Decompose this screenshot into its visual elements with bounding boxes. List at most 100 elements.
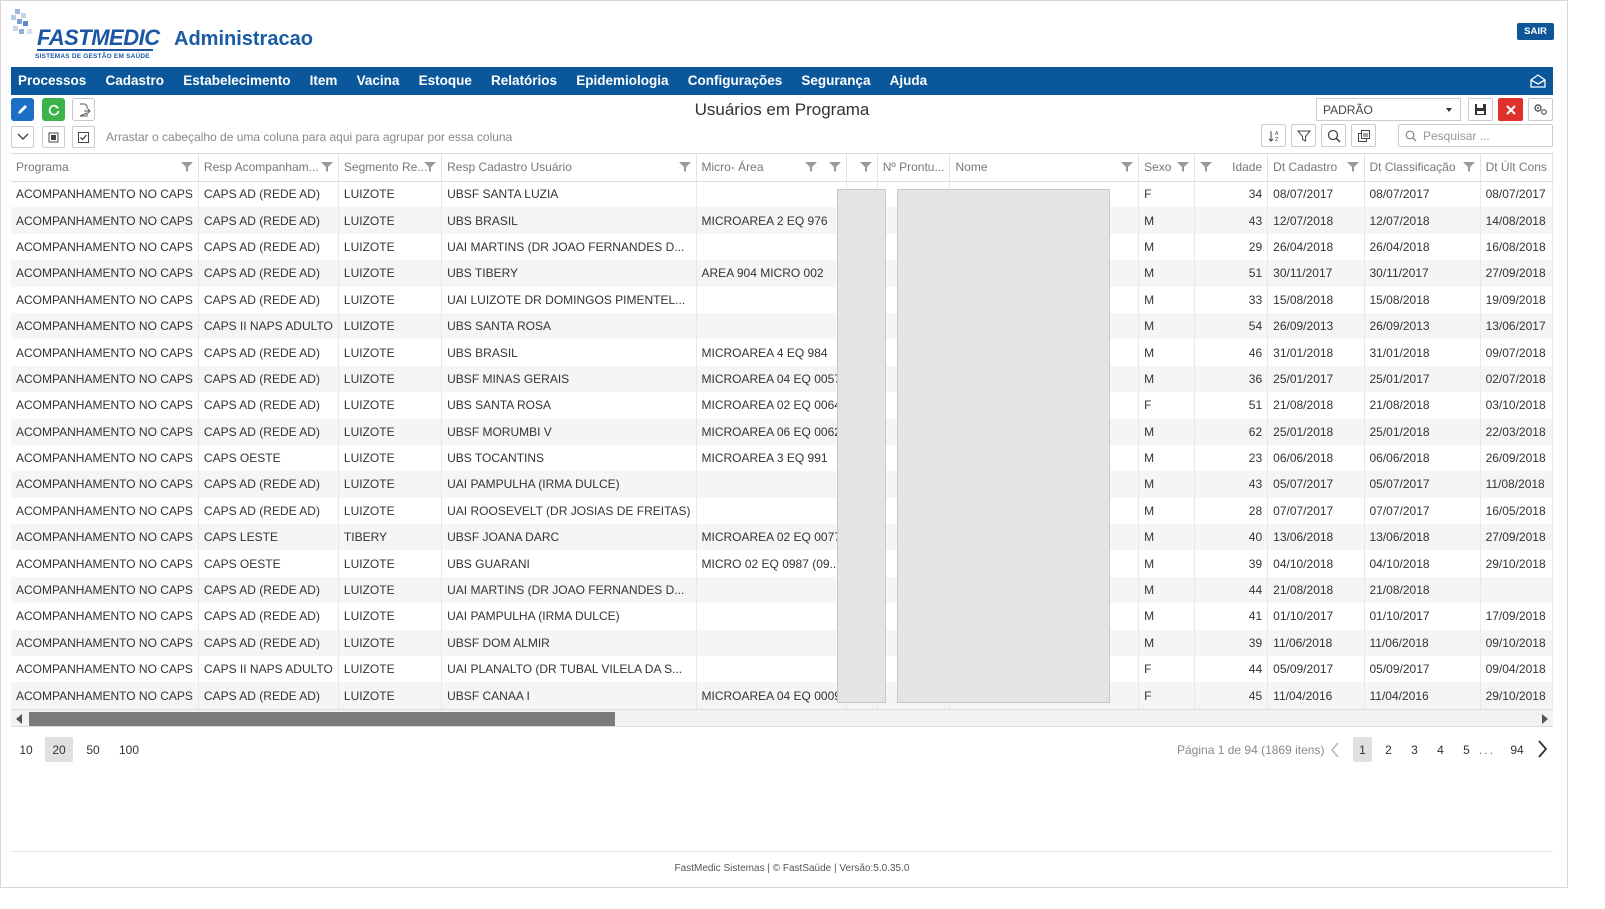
chevron-right-icon[interactable] xyxy=(1535,739,1549,759)
table-row[interactable]: ACOMPANHAMENTO NO CAPS CAPS AD (REDE AD) L… xyxy=(11,682,1553,709)
filter-icon[interactable] xyxy=(1176,161,1189,173)
table-row[interactable]: ACOMPANHAMENTO NO CAPS CAPS AD (REDE AD) L… xyxy=(11,365,1553,393)
collapse-button[interactable] xyxy=(11,126,34,148)
cell-resp-acompanhamento: CAPS AD (REDE AD) xyxy=(198,181,339,208)
page-size-20[interactable]: 20 xyxy=(45,737,73,762)
filter-icon[interactable] xyxy=(1346,161,1359,173)
filter-icon[interactable] xyxy=(805,161,817,173)
column-header-label: Segmento Re... xyxy=(343,160,428,175)
column-chooser-button[interactable] xyxy=(1351,124,1376,147)
menu-item-vacina[interactable]: Vacina xyxy=(347,67,409,95)
refresh-button[interactable] xyxy=(42,98,65,121)
page-button-last[interactable]: 94 xyxy=(1506,737,1528,762)
cell-idade: 44 xyxy=(1194,576,1269,604)
page-size-10[interactable]: 10 xyxy=(13,737,39,762)
cell-dt-classificacao: 25/01/2017 xyxy=(1364,365,1481,393)
table-row[interactable]: ACOMPANHAMENTO NO CAPS CAPS AD (REDE AD) L… xyxy=(11,418,1553,445)
table-row[interactable]: ACOMPANHAMENTO NO CAPS CAPS AD (REDE AD) L… xyxy=(11,260,1553,287)
table-row[interactable]: ACOMPANHAMENTO NO CAPS CAPS AD (REDE AD) L… xyxy=(11,629,1553,657)
table-row[interactable]: ACOMPANHAMENTO NO CAPS CAPS AD (REDE AD) L… xyxy=(11,233,1553,261)
table-row[interactable]: ACOMPANHAMENTO NO CAPS CAPS LESTE TIBERY UB… xyxy=(11,524,1553,551)
scrollbar-thumb[interactable] xyxy=(29,712,615,726)
menu-item-configuracoes[interactable]: Configurações xyxy=(678,67,792,95)
edit-button[interactable] xyxy=(11,98,34,121)
filter-button[interactable] xyxy=(1291,124,1316,147)
scroll-left-arrow-icon[interactable] xyxy=(16,714,22,724)
save-layout-button[interactable] xyxy=(1468,98,1493,121)
column-header-segmento[interactable]: Segmento Re... xyxy=(338,154,443,182)
page-size-100[interactable]: 100 xyxy=(113,737,145,762)
column-header-idade[interactable]: Idade xyxy=(1194,154,1269,182)
filter-icon[interactable] xyxy=(859,161,872,173)
filter-icon[interactable] xyxy=(828,161,841,173)
cell-dt-classificacao: 30/11/2017 xyxy=(1364,260,1481,287)
table-row[interactable]: ACOMPANHAMENTO NO CAPS CAPS AD (REDE AD) L… xyxy=(11,207,1553,234)
export-button[interactable] xyxy=(72,98,95,121)
menu-item-estabelecimento[interactable]: Estabelecimento xyxy=(174,67,300,95)
caret-down-icon xyxy=(1446,108,1452,112)
table-row[interactable]: ACOMPANHAMENTO NO CAPS CAPS II NAPS ADULT… xyxy=(11,656,1553,683)
menu-item-cadastro[interactable]: Cadastro xyxy=(96,67,174,95)
column-header-resp-acompanhamento[interactable]: Resp Acompanham... xyxy=(198,154,339,182)
table-row[interactable]: ACOMPANHAMENTO NO CAPS CAPS II NAPS ADULT… xyxy=(11,312,1553,340)
cell-resp-cadastro: UAI MARTINS (DR JOAO FERNANDES D... xyxy=(441,576,697,604)
filter-icon[interactable] xyxy=(1199,161,1212,173)
search-input[interactable]: Pesquisar ... xyxy=(1398,124,1553,147)
fastmedic-logo: FASTMEDIC SISTEMAS DE GESTÃO EM SAÚDE xyxy=(11,9,160,63)
filter-icon[interactable] xyxy=(1462,161,1475,173)
column-header-dt-classificacao[interactable]: Dt Classificação xyxy=(1364,154,1481,182)
column-header-nome[interactable]: Nome xyxy=(949,154,1140,182)
horizontal-scrollbar[interactable] xyxy=(11,709,1553,727)
menu-item-estoque[interactable]: Estoque xyxy=(409,67,481,95)
column-header-dt-cadastro[interactable]: Dt Cadastro xyxy=(1267,154,1365,182)
select-columns-button[interactable] xyxy=(42,126,65,148)
table-row[interactable]: ACOMPANHAMENTO NO CAPS CAPS OESTE LUIZOTE U… xyxy=(11,550,1553,577)
table-row[interactable]: ACOMPANHAMENTO NO CAPS CAPS AD (REDE AD) L… xyxy=(11,576,1553,604)
menu-item-seguranca[interactable]: Segurança xyxy=(792,67,880,95)
select-all-button[interactable] xyxy=(72,126,95,148)
menu-item-ajuda[interactable]: Ajuda xyxy=(880,67,937,95)
scroll-right-arrow-icon[interactable] xyxy=(1542,714,1548,724)
filter-icon xyxy=(1296,130,1311,142)
logout-button[interactable]: SAIR xyxy=(1517,23,1554,40)
table-row[interactable]: ACOMPANHAMENTO NO CAPS CAPS AD (REDE AD) L… xyxy=(11,286,1553,313)
table-row[interactable]: ACOMPANHAMENTO NO CAPS CAPS AD (REDE AD) L… xyxy=(11,181,1553,208)
layout-select[interactable]: PADRÃO xyxy=(1316,98,1461,121)
cell-dt-classificacao: 05/09/2017 xyxy=(1364,656,1481,683)
table-row[interactable]: ACOMPANHAMENTO NO CAPS CAPS AD (REDE AD) L… xyxy=(11,497,1553,525)
chevron-left-icon[interactable] xyxy=(1329,741,1341,759)
column-header-sexo[interactable]: Sexo xyxy=(1138,154,1195,182)
table-row[interactable]: ACOMPANHAMENTO NO CAPS CAPS AD (REDE AD) L… xyxy=(11,603,1553,630)
filter-icon[interactable] xyxy=(320,161,333,173)
page-size-50[interactable]: 50 xyxy=(79,737,107,762)
table-row[interactable]: ACOMPANHAMENTO NO CAPS CAPS AD (REDE AD) L… xyxy=(11,392,1553,419)
page-button-3[interactable]: 3 xyxy=(1405,737,1424,762)
filter-icon[interactable] xyxy=(180,161,193,173)
table-row[interactable]: ACOMPANHAMENTO NO CAPS CAPS OESTE LUIZOTE U… xyxy=(11,444,1553,472)
close-button[interactable] xyxy=(1498,98,1523,121)
page-button-2[interactable]: 2 xyxy=(1379,737,1398,762)
cell-dt-cadastro: 01/10/2017 xyxy=(1267,603,1365,630)
page-button-1[interactable]: 1 xyxy=(1353,737,1372,762)
column-header-resp-cadastro[interactable]: Resp Cadastro Usuário xyxy=(441,154,697,182)
column-header-prontuario[interactable]: Nº Prontu... xyxy=(877,154,951,182)
column-header-micro-area[interactable]: Micro- Área xyxy=(696,154,847,182)
filter-icon[interactable] xyxy=(678,161,691,173)
table-row[interactable]: ACOMPANHAMENTO NO CAPS CAPS AD (REDE AD) L… xyxy=(11,471,1553,498)
envelope-icon[interactable] xyxy=(1529,72,1547,90)
search-button[interactable] xyxy=(1321,124,1346,147)
menu-item-item[interactable]: Item xyxy=(300,67,347,95)
table-row[interactable]: ACOMPANHAMENTO NO CAPS CAPS AD (REDE AD) L… xyxy=(11,339,1553,366)
column-header-programa[interactable]: Programa xyxy=(11,154,199,182)
sort-button[interactable]: AZ xyxy=(1261,124,1286,147)
filter-icon[interactable] xyxy=(424,161,437,173)
page-button-5[interactable]: 5 xyxy=(1457,737,1476,762)
column-header-dt-ult-cons[interactable]: Dt Últ Cons xyxy=(1480,154,1553,182)
menu-item-processos[interactable]: Processos xyxy=(11,67,96,95)
layout-settings-button[interactable] xyxy=(1528,98,1553,121)
filter-icon[interactable] xyxy=(1121,161,1134,173)
menu-item-relatorios[interactable]: Relatórios xyxy=(481,67,566,95)
page-button-4[interactable]: 4 xyxy=(1431,737,1450,762)
column-header-blank[interactable] xyxy=(846,154,878,182)
menu-item-epidemiologia[interactable]: Epidemiologia xyxy=(567,67,678,95)
